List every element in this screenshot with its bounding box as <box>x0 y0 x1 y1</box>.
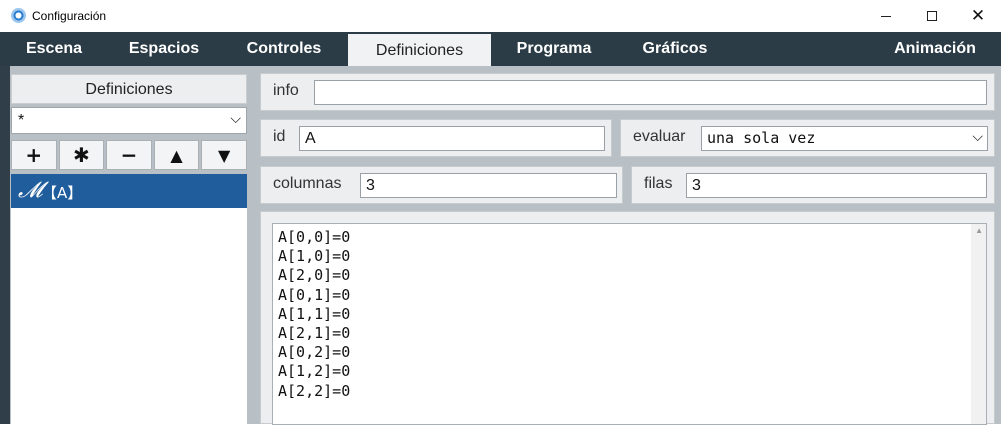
definitions-title: Definiciones <box>11 74 247 104</box>
id-row: id A <box>260 119 612 157</box>
maximize-button[interactable] <box>909 0 955 32</box>
chevron-down-icon: ⌵ <box>230 111 241 127</box>
remove-button[interactable]: − <box>106 140 152 170</box>
evaluar-select[interactable]: una sola vez ⌵ <box>701 126 988 151</box>
code-line: A[0,2]=0 <box>278 343 351 362</box>
definitions-list: 𝓜 【A】 <box>11 174 247 424</box>
minimize-icon <box>881 15 891 17</box>
evaluar-row: evaluar una sola vez ⌵ <box>620 119 995 157</box>
columnas-input[interactable]: 3 <box>360 173 617 198</box>
code-line: A[2,1]=0 <box>278 324 351 343</box>
chevron-down-icon: ⌵ <box>972 129 983 145</box>
list-item-label: 【A】 <box>42 184 83 202</box>
expression-textarea[interactable]: A[0,0]=0 A[1,0]=0 A[2,0]=0 A[0,1]=0 A[1,… <box>272 223 987 425</box>
evaluar-label: evaluar <box>633 128 686 145</box>
tab-definiciones[interactable]: Definiciones <box>348 32 491 66</box>
tab-animacion[interactable]: Animación <box>876 32 994 66</box>
filter-value: * <box>18 112 25 129</box>
filter-select[interactable]: * ⌵ <box>11 107 247 134</box>
definitions-sidebar: Definiciones * ⌵ + ✱ − ▲ ▼ 𝓜 【A】 <box>0 66 257 424</box>
columnas-label: columnas <box>273 175 342 192</box>
code-line: A[0,0]=0 <box>278 228 351 246</box>
minimize-button[interactable] <box>863 0 909 32</box>
scroll-up-icon[interactable]: ▲ <box>975 226 983 235</box>
evaluar-value: una sola vez <box>707 129 816 147</box>
maximize-icon <box>927 11 937 21</box>
add-button[interactable]: + <box>11 140 57 170</box>
move-down-button[interactable]: ▼ <box>201 140 247 170</box>
menu-tabs: Escena Espacios Controles Definiciones P… <box>0 32 1001 66</box>
code-lines: A[0,0]=0 A[1,0]=0 A[2,0]=0 A[0,1]=0 A[1,… <box>273 228 350 401</box>
code-line: A[2,0]=0 <box>278 266 351 285</box>
info-row: info <box>260 73 995 111</box>
definition-editor: info id A evaluar una sola vez ⌵ columna… <box>257 66 1001 425</box>
tab-escena[interactable]: Escena <box>0 32 108 66</box>
duplicate-button[interactable]: ✱ <box>58 140 105 170</box>
columnas-row: columnas 3 <box>260 166 623 204</box>
matrix-icon: 𝓜 <box>18 178 43 203</box>
vertical-scrollbar[interactable]: ▲ <box>971 224 986 424</box>
app-icon <box>11 8 26 23</box>
code-line: A[2,2]=0 <box>278 381 351 400</box>
tab-controles[interactable]: Controles <box>220 32 348 66</box>
id-label: id <box>273 128 286 145</box>
code-line: A[0,1]=0 <box>278 285 351 304</box>
tab-espacios[interactable]: Espacios <box>108 32 220 66</box>
filas-row: filas 3 <box>631 166 995 204</box>
info-label: info <box>273 82 299 99</box>
code-line: A[1,1]=0 <box>278 304 351 323</box>
code-line: A[1,2]=0 <box>278 362 351 381</box>
close-icon: ✕ <box>970 5 986 26</box>
list-item[interactable]: 𝓜 【A】 <box>11 174 247 208</box>
code-line: A[1,0]=0 <box>278 247 351 266</box>
filas-label: filas <box>644 175 673 192</box>
title-bar: Configuración ✕ <box>0 0 1001 32</box>
sidebar-edge <box>0 66 10 424</box>
filas-input[interactable]: 3 <box>686 173 987 198</box>
definitions-toolbar: + ✱ − ▲ ▼ <box>11 140 247 170</box>
move-up-button[interactable]: ▲ <box>153 140 200 170</box>
window-title: Configuración <box>32 9 107 23</box>
info-input[interactable] <box>314 80 987 105</box>
tab-programa[interactable]: Programa <box>491 32 617 66</box>
tab-graficos[interactable]: Gráficos <box>617 32 733 66</box>
expression-box: A[0,0]=0 A[1,0]=0 A[2,0]=0 A[0,1]=0 A[1,… <box>260 211 995 425</box>
id-input[interactable]: A <box>299 126 605 151</box>
close-button[interactable]: ✕ <box>955 0 1001 32</box>
